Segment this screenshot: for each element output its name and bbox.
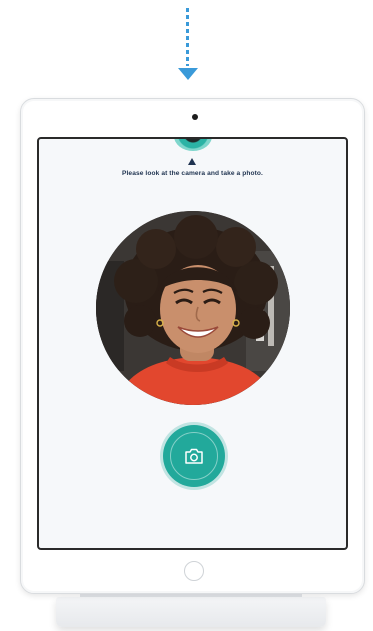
tablet-screen: Please look at the camera and take a pho… xyxy=(37,137,348,550)
camera-icon xyxy=(185,448,203,464)
instruction-text: Please look at the camera and take a pho… xyxy=(122,170,263,177)
dotted-arrow-line xyxy=(186,8,189,66)
camera-lens-icon xyxy=(174,139,212,151)
home-button[interactable] xyxy=(184,561,204,581)
arrow-down-icon xyxy=(178,68,198,80)
portrait-image xyxy=(96,211,290,405)
camera-preview xyxy=(96,211,290,405)
front-camera-icon xyxy=(192,114,198,120)
pointer-up-icon xyxy=(188,158,196,165)
stand-base xyxy=(56,597,326,627)
capture-button[interactable] xyxy=(163,425,225,487)
kiosk-illustration: Please look at the camera and take a pho… xyxy=(0,0,373,631)
